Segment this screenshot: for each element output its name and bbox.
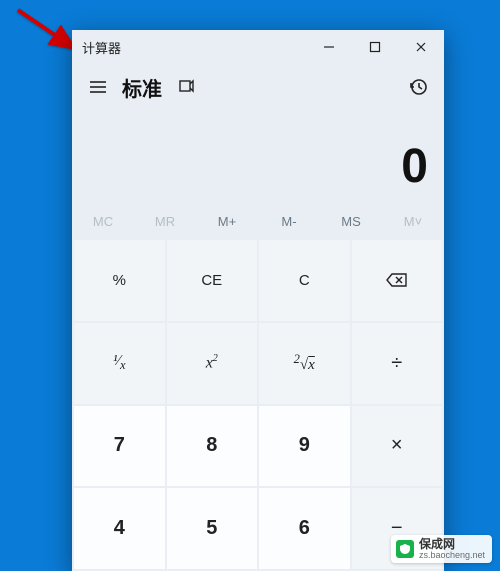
seven-key[interactable]: 7 — [74, 406, 165, 487]
memory-recall: MR — [134, 204, 196, 238]
multiply-key[interactable]: × — [352, 406, 443, 487]
backspace-key[interactable] — [352, 240, 443, 321]
memory-add[interactable]: M+ — [196, 204, 258, 238]
eight-key[interactable]: 8 — [167, 406, 258, 487]
display: 0 — [72, 110, 444, 204]
memory-list: M˅ — [382, 204, 444, 238]
reciprocal-key[interactable]: ¹∕x — [74, 323, 165, 404]
display-value: 0 — [401, 139, 428, 194]
pin-icon[interactable] — [168, 69, 204, 105]
maximize-button[interactable] — [352, 30, 398, 64]
titlebar: 计算器 — [72, 30, 444, 64]
mode-label: 标准 — [122, 73, 162, 102]
clear-entry-key[interactable]: CE — [167, 240, 258, 321]
square-key[interactable]: x2 — [167, 323, 258, 404]
memory-row: MC MR M+ M- MS M˅ — [72, 204, 444, 238]
hamburger-icon[interactable] — [80, 69, 116, 105]
five-key[interactable]: 5 — [167, 488, 258, 569]
calculator-window: 计算器 标准 0 MC MR M+ — [72, 30, 444, 571]
watermark-name: 保成网 — [419, 538, 485, 551]
six-key[interactable]: 6 — [259, 488, 350, 569]
close-button[interactable] — [398, 30, 444, 64]
watermark-url: zs.baocheng.net — [419, 551, 485, 560]
header: 标准 — [72, 64, 444, 110]
window-controls — [306, 30, 444, 64]
memory-subtract[interactable]: M- — [258, 204, 320, 238]
watermark: 保成网 zs.baocheng.net — [391, 535, 492, 563]
desktop: 计算器 标准 0 MC MR M+ — [0, 0, 500, 571]
four-key[interactable]: 4 — [74, 488, 165, 569]
clear-key[interactable]: C — [259, 240, 350, 321]
memory-clear: MC — [72, 204, 134, 238]
percent-key[interactable]: % — [74, 240, 165, 321]
shield-icon — [396, 540, 414, 558]
sqrt-label: 2√x — [294, 352, 315, 374]
backspace-icon — [386, 273, 408, 287]
reciprocal-label: ¹∕x — [113, 353, 126, 373]
memory-store[interactable]: MS — [320, 204, 382, 238]
minimize-button[interactable] — [306, 30, 352, 64]
history-icon[interactable] — [400, 69, 436, 105]
keypad: % CE C ¹∕x x2 2√x ÷ 7 8 9 × 4 5 6 − — [72, 238, 444, 571]
divide-key[interactable]: ÷ — [352, 323, 443, 404]
square-label: x2 — [206, 353, 218, 372]
sqrt-key[interactable]: 2√x — [259, 323, 350, 404]
window-title: 计算器 — [82, 38, 121, 57]
nine-key[interactable]: 9 — [259, 406, 350, 487]
